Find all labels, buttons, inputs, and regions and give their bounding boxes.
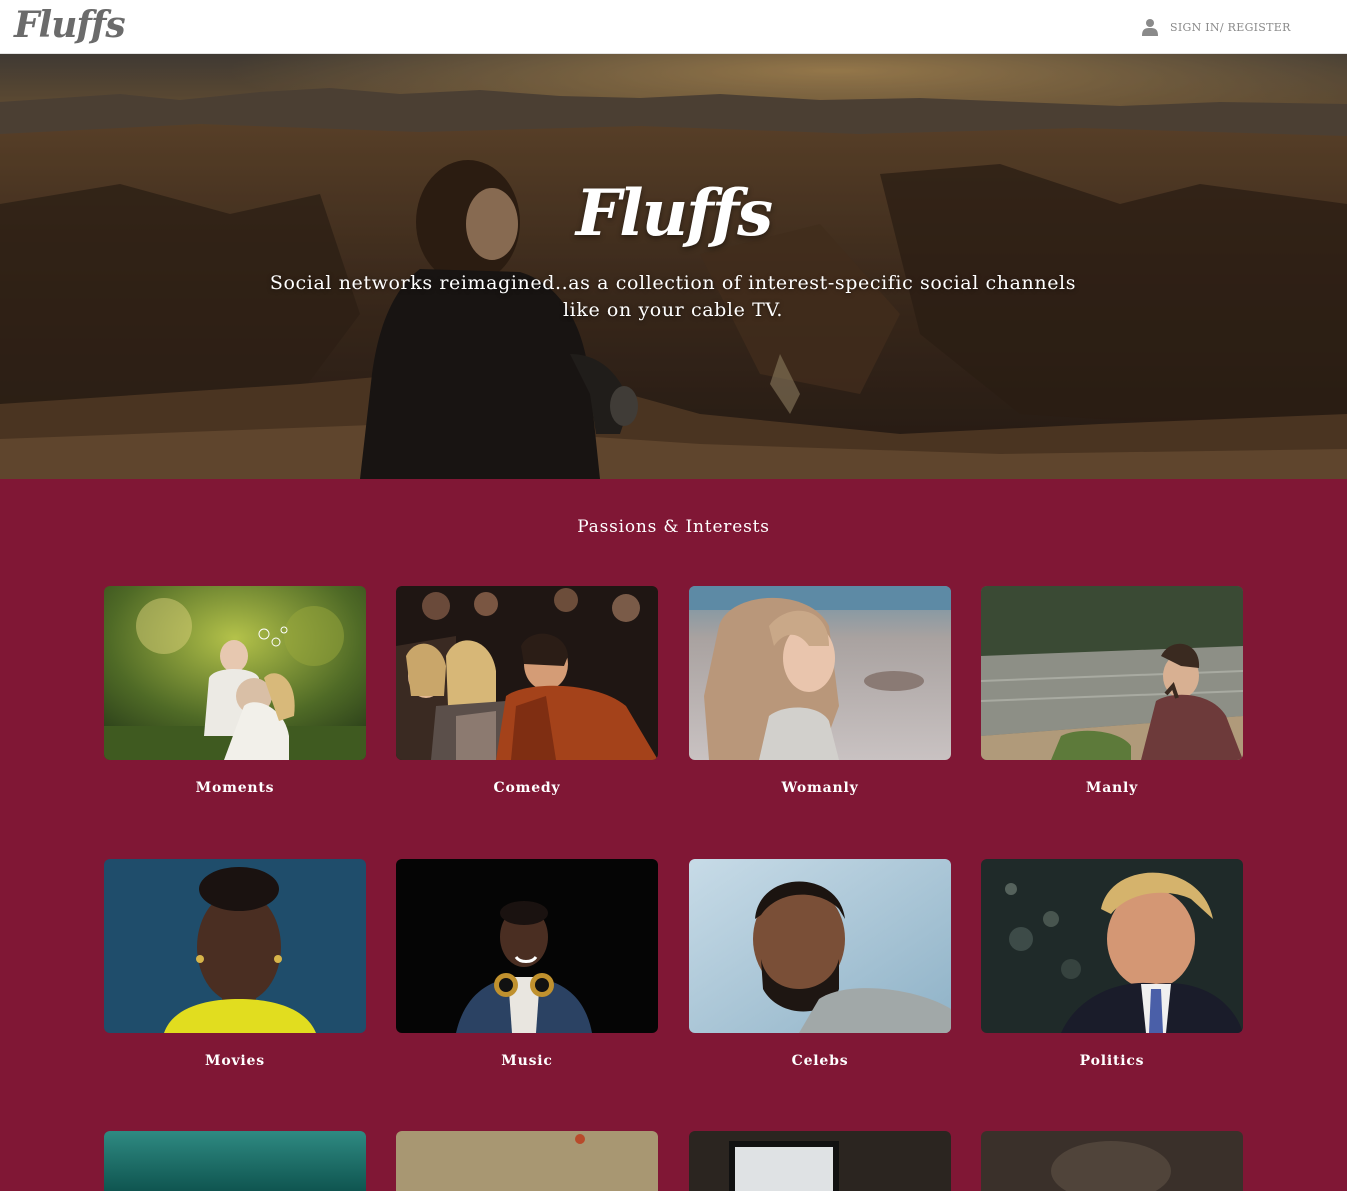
interest-card-partial-1[interactable] [104, 1131, 366, 1191]
user-icon [1142, 19, 1158, 36]
interest-card-moments[interactable]: Moments [104, 586, 366, 796]
interest-thumbnail [689, 586, 951, 760]
signin-register-link[interactable]: SIGN IN/ REGISTER [1142, 17, 1291, 37]
interest-label: Womanly [781, 780, 859, 796]
interest-label: Comedy [493, 780, 561, 796]
music-photo [396, 859, 658, 1033]
interest-card-partial-4[interactable] [981, 1131, 1243, 1191]
section-title: Passions & Interests [577, 517, 770, 537]
interest-label: Movies [205, 1053, 265, 1069]
womanly-photo [689, 586, 951, 760]
politics-photo [981, 859, 1243, 1033]
interest-card-womanly[interactable]: Womanly [689, 586, 951, 796]
top-navbar: Fluffs SIGN IN/ REGISTER [0, 0, 1347, 54]
signin-register-label: SIGN IN/ REGISTER [1170, 20, 1291, 34]
interest-thumbnail [104, 859, 366, 1033]
interest-card-celebs[interactable]: Celebs [689, 859, 951, 1069]
interest-label: Politics [1079, 1053, 1145, 1069]
partial-photo-dark [981, 1131, 1243, 1191]
interest-thumbnail [981, 586, 1243, 760]
interest-label: Music [501, 1053, 553, 1069]
interest-card-politics[interactable]: Politics [981, 859, 1243, 1069]
partial-photo-beige [396, 1131, 658, 1191]
interest-card-manly[interactable]: Manly [981, 586, 1243, 796]
interest-card-music[interactable]: Music [396, 859, 658, 1069]
interest-thumbnail [104, 586, 366, 760]
movies-photo [104, 859, 366, 1033]
interest-card-partial-3[interactable] [689, 1131, 951, 1191]
comedy-photo [396, 586, 658, 760]
interest-label: Manly [1085, 780, 1139, 796]
interest-card-comedy[interactable]: Comedy [396, 586, 658, 796]
interest-card-partial-2[interactable] [396, 1131, 658, 1191]
interest-thumbnail [396, 586, 658, 760]
interest-label: Celebs [791, 1053, 849, 1069]
partial-photo-teal [104, 1131, 366, 1191]
site-logo[interactable]: Fluffs [14, 4, 126, 46]
interest-thumbnail [689, 859, 951, 1033]
interest-thumbnail [981, 859, 1243, 1033]
manly-photo [981, 586, 1243, 760]
moments-photo [104, 586, 366, 760]
hero-tagline: Social networks reimagined..as a collect… [269, 272, 1077, 321]
interest-label: Moments [195, 780, 275, 796]
hero-title: Fluffs [575, 176, 773, 251]
interest-thumbnail [396, 859, 658, 1033]
hero-overlay [0, 54, 1347, 479]
interest-card-movies[interactable]: Movies [104, 859, 366, 1069]
celebs-photo [689, 859, 951, 1033]
hero-banner: Fluffs Social networks reimagined..as a … [0, 54, 1347, 479]
partial-photo-laptop [689, 1131, 951, 1191]
